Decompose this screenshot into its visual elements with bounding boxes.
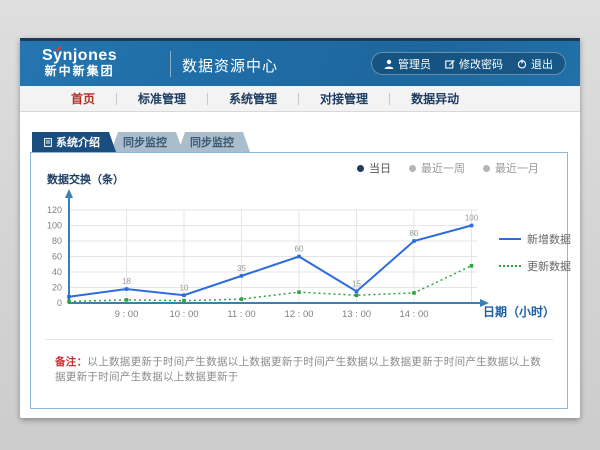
edit-icon <box>445 59 455 69</box>
change-password-button[interactable]: 修改密码 <box>445 56 503 72</box>
header-divider <box>170 51 171 77</box>
svg-text:100: 100 <box>465 214 479 223</box>
header: Synjones 新中新集团 数据资源中心 管理员 修改密码 退出 <box>20 41 580 86</box>
svg-text:20: 20 <box>52 283 62 293</box>
main-nav: 首页标准管理系统管理对接管理数据异动 <box>20 86 580 112</box>
series-legend: 新增数据更新数据 <box>499 231 571 274</box>
svg-text:14 : 00: 14 : 00 <box>399 309 428 320</box>
user-toolbar: 管理员 修改密码 退出 <box>371 52 566 75</box>
tab[interactable]: 系统介绍 <box>32 132 116 152</box>
svg-text:10 : 00: 10 : 00 <box>169 309 198 320</box>
legend-item[interactable]: 新增数据 <box>499 231 571 247</box>
page-title: 数据资源中心 <box>182 55 278 76</box>
svg-text:13 : 00: 13 : 00 <box>342 309 371 320</box>
content-panel: 当日最近一周最近一月 数据交换（条） 0204060801001209 : 00… <box>30 152 568 409</box>
current-user-button[interactable]: 管理员 <box>384 56 431 72</box>
x-axis-title: 日期（小时） <box>483 303 555 320</box>
logout-label: 退出 <box>531 56 553 72</box>
footnote-prefix: 备注： <box>55 356 87 368</box>
tab-bar: 系统介绍 同步监控 同步监控 <box>32 132 245 152</box>
svg-text:9 : 00: 9 : 00 <box>115 309 139 320</box>
legend-line-swatch <box>499 238 521 240</box>
logo-text-en: Synjones <box>42 47 117 65</box>
svg-text:15: 15 <box>352 279 361 288</box>
tab-label: 系统介绍 <box>56 134 100 150</box>
tab[interactable]: 同步监控 <box>111 132 183 152</box>
svg-text:80: 80 <box>410 229 419 238</box>
nav-item[interactable]: 标准管理 <box>117 90 207 107</box>
nav-item[interactable]: 数据异动 <box>390 90 480 107</box>
svg-text:18: 18 <box>122 277 131 286</box>
legend-label: 新增数据 <box>527 231 571 247</box>
legend-line-swatch <box>499 265 521 267</box>
svg-text:120: 120 <box>47 205 62 215</box>
svg-text:100: 100 <box>47 221 62 231</box>
nav-item[interactable]: 首页 <box>50 90 116 107</box>
legend-item[interactable]: 更新数据 <box>499 258 571 274</box>
svg-text:60: 60 <box>295 245 304 254</box>
svg-text:11 : 00: 11 : 00 <box>227 309 255 320</box>
svg-text:35: 35 <box>237 264 246 273</box>
svg-text:60: 60 <box>52 252 62 262</box>
svg-text:80: 80 <box>52 236 62 246</box>
svg-text:10: 10 <box>180 283 189 292</box>
document-icon <box>44 138 52 147</box>
main-window: Synjones 新中新集团 数据资源中心 管理员 修改密码 退出 首页标准管理… <box>20 38 580 418</box>
svg-text:40: 40 <box>52 267 62 277</box>
logout-button[interactable]: 退出 <box>517 56 553 72</box>
footnote-text: 以上数据更新于时间产生数据以上数据更新于时间产生数据以上数据更新于时间产生数据以… <box>55 356 541 383</box>
power-icon <box>517 59 527 69</box>
svg-text:0: 0 <box>57 298 62 308</box>
tab[interactable]: 同步监控 <box>178 132 250 152</box>
nav-item[interactable]: 对接管理 <box>299 90 389 107</box>
current-user-label: 管理员 <box>398 56 431 72</box>
company-logo: Synjones 新中新集团 <box>42 47 117 78</box>
nav-item[interactable]: 系统管理 <box>208 90 298 107</box>
legend-label: 更新数据 <box>527 258 571 274</box>
svg-text:12 : 00: 12 : 00 <box>284 309 313 320</box>
logo-text-cn: 新中新集团 <box>42 65 117 78</box>
footnote: 备注：以上数据更新于时间产生数据以上数据更新于时间产生数据以上数据更新于时间产生… <box>45 339 553 384</box>
user-icon <box>384 59 394 69</box>
change-password-label: 修改密码 <box>459 56 503 72</box>
tab-label: 同步监控 <box>123 134 167 150</box>
tab-label: 同步监控 <box>190 134 234 150</box>
